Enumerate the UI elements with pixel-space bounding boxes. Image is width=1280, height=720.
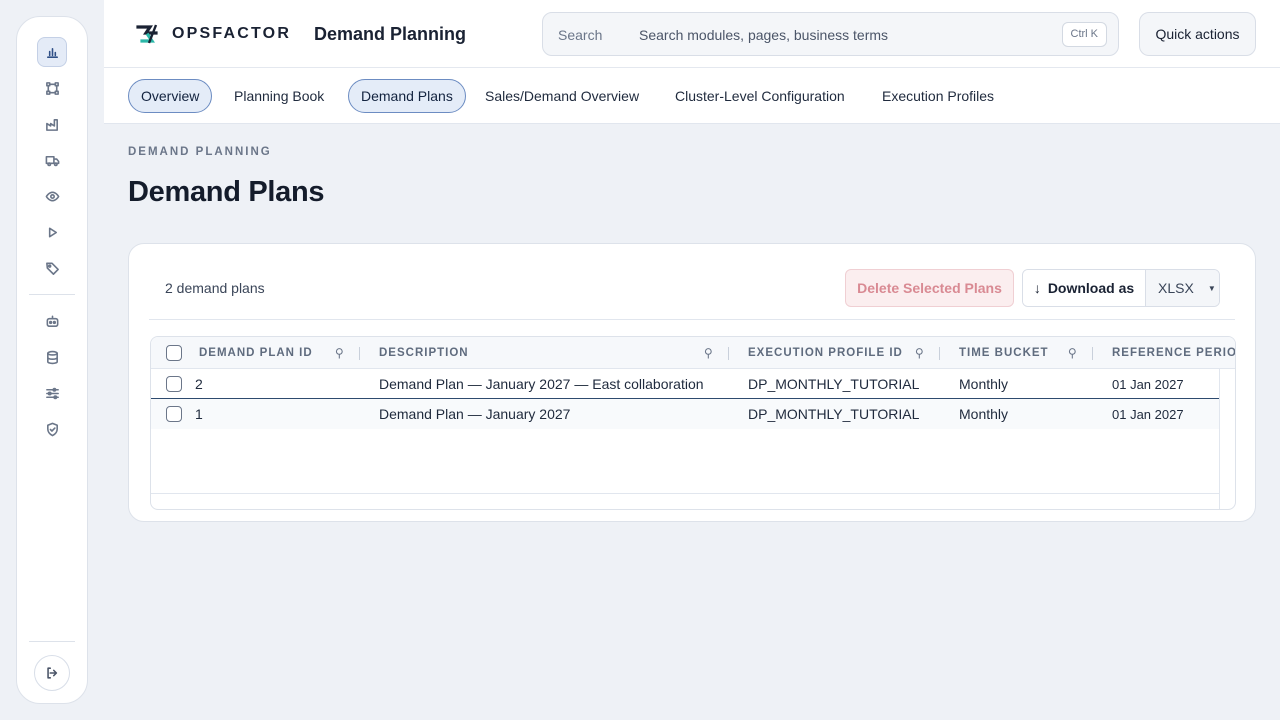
table-header: DEMAND PLAN ID ⚲ DESCRIPTION ⚲ EXECUTION… <box>151 337 1235 369</box>
cell-execution-profile-id: DP_MONTHLY_TUTORIAL <box>748 376 920 392</box>
play-icon[interactable] <box>37 217 67 247</box>
download-arrow-icon: ↓ <box>1033 280 1041 296</box>
table-row[interactable]: 1 Demand Plan — January 2027 DP_MONTHLY_… <box>151 399 1219 429</box>
cell-reference-period: 01 Jan 2027 <box>1112 376 1184 392</box>
app-title: Demand Planning <box>314 24 467 44</box>
side-rail <box>16 16 88 704</box>
search-shortcut: Ctrl K <box>1061 22 1107 47</box>
demand-plans-table: DEMAND PLAN ID ⚲ DESCRIPTION ⚲ EXECUTION… <box>150 336 1236 510</box>
cell-time-bucket: Monthly <box>959 376 1009 392</box>
search-label: Search <box>558 27 603 43</box>
brand-mark-icon <box>136 24 158 44</box>
demand-plans-card: 2 demand plans Delete Selected Plans ↓ D… <box>128 243 1256 522</box>
database-icon[interactable] <box>37 342 67 372</box>
cell-description: Demand Plan — January 2027 <box>379 406 571 422</box>
cell-reference-period: 01 Jan 2027 <box>1112 406 1184 422</box>
column-header-time-bucket[interactable]: TIME BUCKET <box>959 337 1049 369</box>
delete-selected-plans-button[interactable]: Delete Selected Plans <box>845 269 1014 307</box>
tab-overview[interactable]: Overview <box>128 79 213 113</box>
row-checkbox[interactable] <box>166 376 182 392</box>
tab-execution-profiles[interactable]: Execution Profiles <box>870 79 1006 113</box>
cell-time-bucket: Monthly <box>959 406 1009 422</box>
horizontal-scrollbar[interactable] <box>151 493 1219 494</box>
filter-search-icon[interactable]: ⚲ <box>335 346 344 360</box>
module-tabs: Overview Planning Book Demand Plans Sale… <box>104 68 1280 124</box>
row-checkbox[interactable] <box>166 406 182 422</box>
download-button[interactable]: ↓ Download as <box>1023 270 1145 306</box>
quick-actions-button[interactable]: Quick actions <box>1139 12 1256 56</box>
plan-count: 2 demand plans <box>165 280 265 296</box>
column-header-description[interactable]: DESCRIPTION <box>379 337 469 369</box>
vertical-scrollbar[interactable] <box>1219 369 1220 509</box>
cell-demand-plan-id: 1 <box>195 406 203 422</box>
search-input[interactable] <box>639 21 1039 49</box>
logout-icon[interactable] <box>34 655 70 691</box>
shield-check-icon[interactable] <box>37 414 67 444</box>
bar-chart-icon[interactable] <box>37 37 67 67</box>
tab-demand-plans[interactable]: Demand Plans <box>348 79 466 113</box>
format-value: XLSX <box>1158 280 1194 296</box>
column-header-reference-period[interactable]: REFERENCE PERIOD <box>1112 337 1235 369</box>
download-label: Download as <box>1047 280 1135 296</box>
breadcrumb: DEMAND PLANNING <box>128 146 272 158</box>
tab-cluster-level-configuration[interactable]: Cluster-Level Configuration <box>663 79 857 113</box>
column-header-execution-profile-id[interactable]: EXECUTION PROFILE ID <box>748 337 903 369</box>
robot-icon[interactable] <box>37 306 67 336</box>
caret-down-icon: ▼ <box>1207 283 1216 293</box>
column-resize-handle[interactable] <box>359 347 360 360</box>
top-header: OPSFACTOR Demand Planning Search Ctrl K … <box>104 0 1280 68</box>
network-icon[interactable] <box>37 73 67 103</box>
brand-logo[interactable]: OPSFACTOR <box>134 21 291 47</box>
rail-divider <box>29 641 75 642</box>
brand-name: OPSFACTOR <box>172 25 292 42</box>
filter-search-icon[interactable]: ⚲ <box>704 346 713 360</box>
tab-sales-demand-overview[interactable]: Sales/Demand Overview <box>473 79 651 113</box>
sliders-icon[interactable] <box>37 378 67 408</box>
filter-search-icon[interactable]: ⚲ <box>915 346 924 360</box>
tab-planning-book[interactable]: Planning Book <box>222 79 336 113</box>
download-group: ↓ Download as XLSX ▼ <box>1022 269 1220 307</box>
column-header-demand-plan-id[interactable]: DEMAND PLAN ID <box>199 337 313 369</box>
column-resize-handle[interactable] <box>728 347 729 360</box>
eye-icon[interactable] <box>37 181 67 211</box>
cell-description: Demand Plan — January 2027 — East collab… <box>379 376 704 392</box>
truck-icon[interactable] <box>37 145 67 175</box>
page-title: Demand Plans <box>128 176 325 208</box>
table-row[interactable]: 2 Demand Plan — January 2027 — East coll… <box>151 369 1219 399</box>
cell-execution-profile-id: DP_MONTHLY_TUTORIAL <box>748 406 920 422</box>
column-resize-handle[interactable] <box>1092 347 1093 360</box>
global-search[interactable]: Search Ctrl K <box>542 12 1119 56</box>
tag-icon[interactable] <box>37 253 67 283</box>
factory-icon[interactable] <box>37 109 67 139</box>
filter-search-icon[interactable]: ⚲ <box>1068 346 1077 360</box>
column-resize-handle[interactable] <box>939 347 940 360</box>
rail-divider <box>29 294 75 295</box>
cell-demand-plan-id: 2 <box>195 376 203 392</box>
select-all-checkbox[interactable] <box>166 345 182 361</box>
card-divider <box>149 319 1235 320</box>
format-select[interactable]: XLSX ▼ <box>1145 270 1219 306</box>
